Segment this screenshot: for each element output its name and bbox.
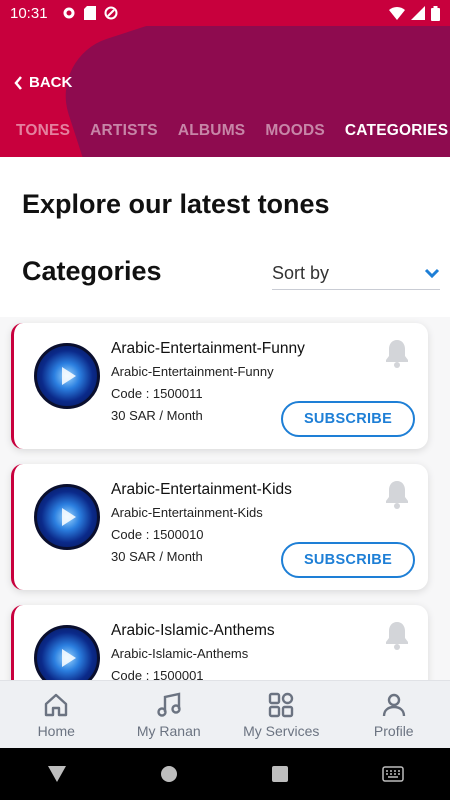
nav-profile[interactable]: Profile (338, 681, 450, 748)
system-nav-bar (0, 748, 450, 800)
main-content[interactable]: Explore our latest tones Categories Sort… (0, 157, 450, 680)
nav-my-services-label: My Services (243, 722, 320, 739)
card-subtitle: Arabic-Entertainment-Kids (111, 505, 263, 520)
card-price: 30 SAR / Month (111, 549, 203, 564)
play-icon (62, 367, 76, 385)
card-code: Code : 1500011 (111, 386, 203, 401)
home-icon (45, 693, 68, 716)
back-triangle-icon[interactable] (47, 765, 67, 783)
category-list: Arabic-Entertainment-Funny Arabic-Entert… (11, 323, 429, 680)
music-icon (157, 692, 181, 717)
signal-icon (411, 6, 425, 20)
sort-dropdown[interactable]: Sort by (272, 257, 440, 290)
status-bar: 10:31 (0, 0, 450, 26)
category-card[interactable]: Arabic-Entertainment-Funny Arabic-Entert… (11, 323, 428, 449)
tab-categories[interactable]: CATEGORIES (345, 122, 448, 140)
nav-my-ranan[interactable]: My Ranan (113, 681, 226, 748)
grid-icon (269, 692, 294, 717)
tab-moods[interactable]: MOODS (265, 122, 325, 140)
nav-profile-label: Profile (373, 722, 414, 739)
category-thumbnail (34, 343, 100, 409)
tab-albums[interactable]: ALBUMS (178, 122, 246, 140)
card-code: Code : 1500010 (111, 527, 204, 542)
settings-icon (63, 7, 75, 19)
category-thumbnail (34, 625, 100, 680)
card-title: Arabic-Entertainment-Kids (111, 481, 292, 498)
nav-home[interactable]: Home (0, 681, 113, 748)
category-card[interactable]: Arabic-Entertainment-Kids Arabic-Enterta… (11, 464, 428, 590)
bell-icon[interactable] (382, 478, 412, 510)
play-icon (62, 508, 76, 526)
back-label: BACK (29, 74, 73, 91)
tab-tones[interactable]: TONES (16, 122, 70, 140)
chevron-left-icon (14, 75, 22, 90)
bottom-nav: Home My Ranan My Services Profile (0, 680, 450, 748)
card-title: Arabic-Entertainment-Funny (111, 340, 305, 357)
category-tabs: TONES ARTISTS ALBUMS MOODS CATEGORIES (16, 122, 448, 140)
status-time: 10:31 (10, 4, 48, 22)
bell-icon[interactable] (382, 619, 412, 651)
bell-icon[interactable] (382, 337, 412, 369)
data-saver-icon (104, 6, 118, 20)
page-title: Explore our latest tones (22, 189, 330, 219)
card-price: 30 SAR / Month (111, 408, 203, 423)
card-subtitle: Arabic-Islamic-Anthems (111, 646, 249, 661)
recents-square-icon[interactable] (271, 765, 289, 783)
category-card[interactable]: Arabic-Islamic-Anthems Arabic-Islamic-An… (11, 605, 428, 680)
header: BACK TONES ARTISTS ALBUMS MOODS CATEGORI… (0, 26, 450, 157)
nav-my-ranan-label: My Ranan (136, 722, 201, 739)
card-subtitle: Arabic-Entertainment-Funny (111, 364, 274, 379)
play-icon (62, 649, 76, 667)
chevron-down-icon (424, 268, 440, 278)
category-thumbnail (34, 484, 100, 550)
back-button[interactable]: BACK (14, 74, 72, 91)
wifi-icon (389, 7, 405, 20)
card-title: Arabic-Islamic-Anthems (111, 622, 275, 639)
card-code: Code : 1500001 (111, 668, 204, 680)
tab-artists[interactable]: ARTISTS (90, 122, 158, 140)
profile-icon (382, 693, 405, 716)
sd-card-icon (83, 6, 96, 20)
subscribe-button[interactable]: SUBSCRIBE (281, 401, 415, 437)
sort-label: Sort by (272, 262, 330, 283)
battery-icon (431, 5, 440, 21)
nav-home-label: Home (37, 722, 75, 739)
section-title: Categories (22, 256, 162, 286)
nav-my-services[interactable]: My Services (225, 681, 338, 748)
keyboard-icon[interactable] (381, 766, 404, 782)
subscribe-button[interactable]: SUBSCRIBE (281, 542, 415, 578)
home-circle-icon[interactable] (160, 765, 178, 783)
